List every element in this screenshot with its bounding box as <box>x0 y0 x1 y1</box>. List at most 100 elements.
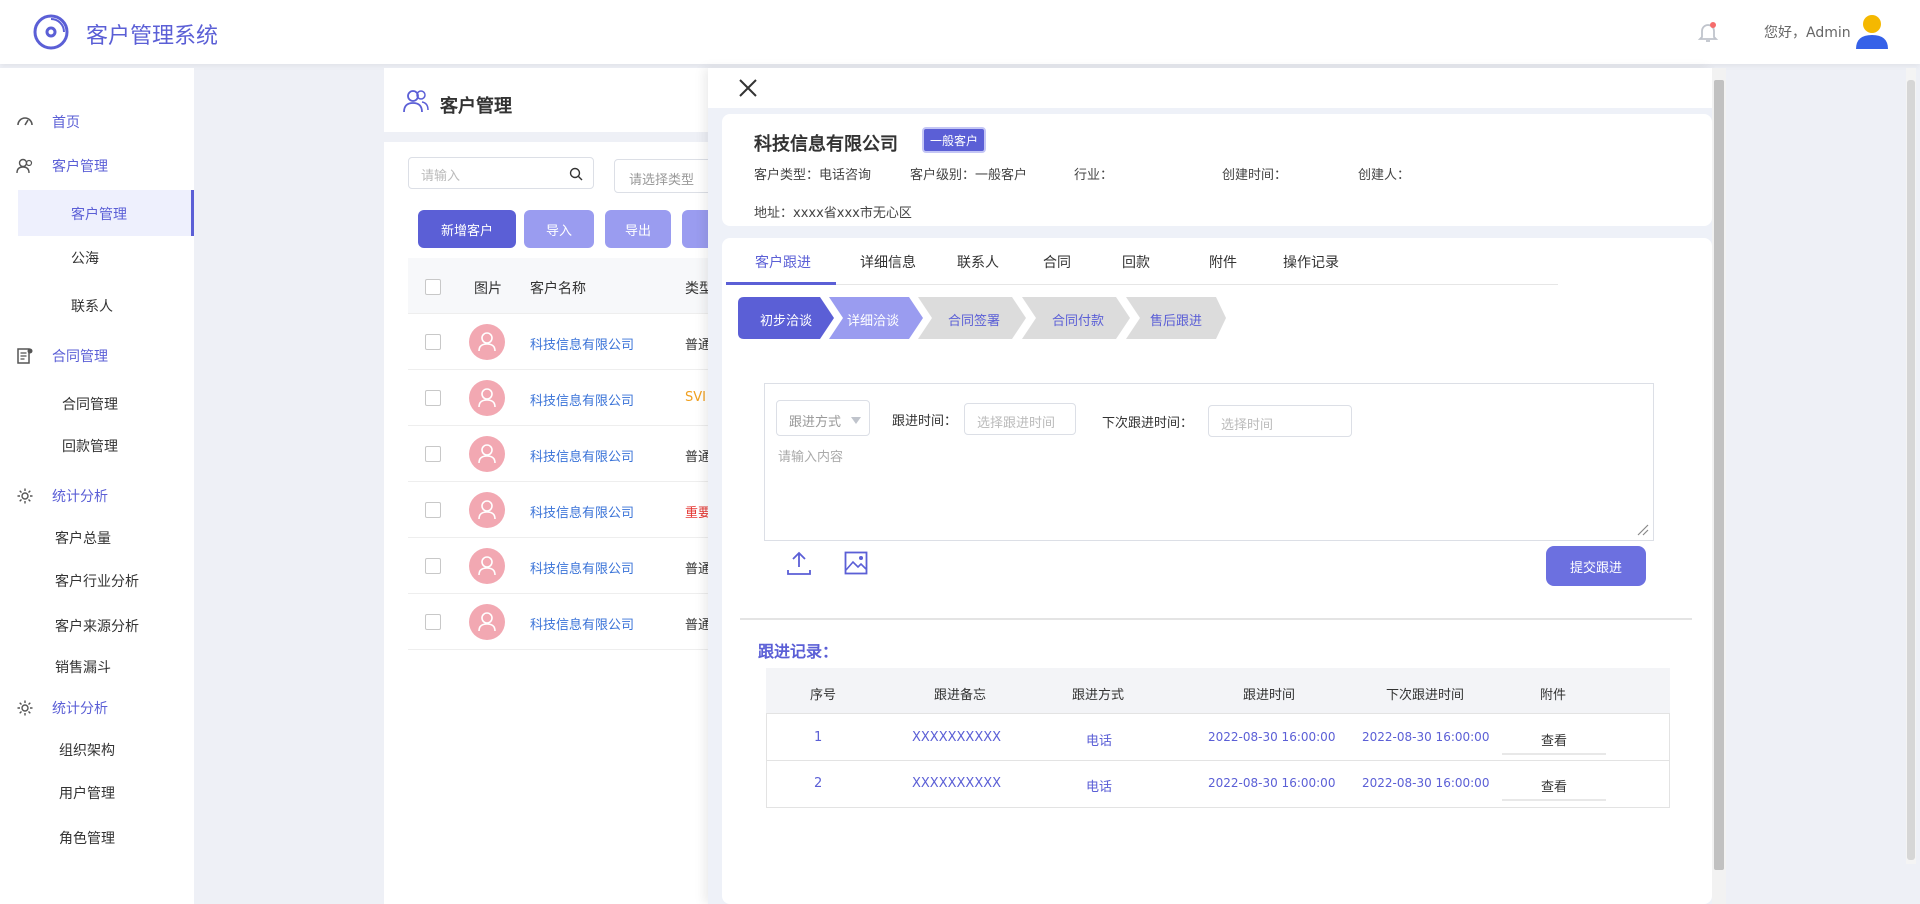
follow-time-input[interactable]: 选择跟进时间 <box>964 403 1076 435</box>
row-checkbox[interactable] <box>425 334 441 350</box>
records-table-header <box>766 668 1670 714</box>
records-col-memo: 跟进备忘 <box>934 688 987 703</box>
drawer-scrollbar-thumb[interactable] <box>1714 80 1724 870</box>
tab-operation-log[interactable]: 操作记录 <box>1283 252 1339 272</box>
tab-details[interactable]: 详细信息 <box>860 252 916 272</box>
select-all-checkbox[interactable] <box>425 279 441 295</box>
sidebar-label-system: 统计分析 <box>52 701 108 717</box>
customer-avatar-icon <box>469 380 505 416</box>
records-title: 跟进记录： <box>758 642 839 661</box>
tab-follow-up[interactable]: 客户跟进 <box>755 252 811 272</box>
sidebar-item-users[interactable]: 用户管理 <box>59 783 115 803</box>
customers-icon <box>403 90 429 113</box>
customer-avatar-icon <box>469 492 505 528</box>
record-method: 电话 <box>1086 734 1113 749</box>
page-scrollbar-thumb[interactable] <box>1907 80 1915 860</box>
step-after-sales[interactable]: 售后跟进 <box>1126 297 1228 339</box>
submit-follow-up-button[interactable]: 提交跟进 <box>1546 546 1646 586</box>
sidebar-item-contract-manage[interactable]: 合同管理 <box>62 394 118 414</box>
customer-avatar-icon <box>469 548 505 584</box>
tab-contacts[interactable]: 联系人 <box>957 252 999 272</box>
sidebar-item-customer-manage[interactable]: 客户管理 <box>71 204 127 224</box>
row-checkbox[interactable] <box>425 390 441 406</box>
info-industry: 行业： <box>1074 168 1114 183</box>
view-attachment-button[interactable]: 查看 <box>1502 776 1606 801</box>
sidebar-item-org[interactable]: 组织架构 <box>59 740 115 760</box>
customer-name-link[interactable]: 科技信息有限公司 <box>530 558 634 577</box>
add-customer-button[interactable]: 新增客户 <box>418 210 516 248</box>
search-input[interactable]: 请输入 <box>408 157 594 189</box>
step-contract-signing[interactable]: 合同签署 <box>918 297 1028 339</box>
sidebar-item-customer-total[interactable]: 客户总量 <box>55 528 111 548</box>
row-checkbox[interactable] <box>425 558 441 574</box>
sidebar-item-contacts[interactable]: 联系人 <box>71 296 113 316</box>
search-icon[interactable] <box>569 167 583 181</box>
follow-method-select[interactable]: 跟进方式 <box>776 400 870 436</box>
row-checkbox[interactable] <box>425 614 441 630</box>
notification-bell-icon[interactable] <box>1696 20 1720 44</box>
step-initial-negotiation[interactable]: 初步洽谈 <box>738 297 836 339</box>
sidebar-group-system[interactable]: 统计分析 <box>16 698 108 718</box>
step-label-2: 详细洽谈 <box>847 314 900 329</box>
app-title: 客户管理系统 <box>86 24 219 49</box>
step-label-1: 初步洽谈 <box>760 314 813 329</box>
follow-method-placeholder: 跟进方式 <box>789 415 842 430</box>
records-col-next-time: 下次跟进时间 <box>1386 688 1465 703</box>
sidebar-item-industry-analysis[interactable]: 客户行业分析 <box>55 571 139 591</box>
customer-type: SVI <box>685 390 706 405</box>
export-button[interactable]: 导出 <box>605 210 671 248</box>
sidebar-item-public-pool[interactable]: 公海 <box>71 248 99 268</box>
info-creator: 创建人： <box>1358 168 1411 183</box>
customer-name-link[interactable]: 科技信息有限公司 <box>530 334 634 353</box>
sidebar-item-home[interactable]: 首页 <box>16 112 80 132</box>
step-detailed-negotiation[interactable]: 详细洽谈 <box>829 297 925 339</box>
close-icon[interactable] <box>738 78 758 98</box>
sidebar-group-stats[interactable]: 统计分析 <box>16 486 108 506</box>
next-follow-time-label: 下次跟进时间： <box>1102 416 1194 431</box>
step-contract-payment[interactable]: 合同付款 <box>1022 297 1132 339</box>
record-time: 2022-08-30 16:00:00 <box>1208 730 1336 744</box>
customer-name-link[interactable]: 科技信息有限公司 <box>530 502 634 521</box>
resize-handle-icon[interactable] <box>1637 524 1649 536</box>
row-checkbox[interactable] <box>425 502 441 518</box>
row-checkbox[interactable] <box>425 446 441 462</box>
customer-avatar-icon <box>469 436 505 472</box>
records-col-time: 跟进时间 <box>1243 688 1296 703</box>
records-row-divider <box>766 760 1670 761</box>
sidebar-item-roles[interactable]: 角色管理 <box>59 828 115 848</box>
sidebar-group-contracts[interactable]: 合同管理 <box>16 346 108 366</box>
tab-contract[interactable]: 合同 <box>1043 252 1071 272</box>
sidebar-label-contracts: 合同管理 <box>52 349 108 365</box>
user-greeting: 您好，Admin <box>1764 25 1851 41</box>
customer-name-link[interactable]: 科技信息有限公司 <box>530 390 634 409</box>
image-icon[interactable] <box>844 551 868 575</box>
view-attachment-button[interactable]: 查看 <box>1502 730 1606 755</box>
sidebar-group-customers[interactable]: 客户管理 <box>16 156 108 176</box>
company-name: 科技信息有限公司 <box>754 134 898 155</box>
sidebar-item-source-analysis[interactable]: 客户来源分析 <box>55 616 139 636</box>
sidebar-item-sales-funnel[interactable]: 销售漏斗 <box>55 657 111 677</box>
next-follow-time-placeholder: 选择时间 <box>1221 418 1274 433</box>
app-logo-icon <box>32 13 70 51</box>
import-button[interactable]: 导入 <box>524 210 594 248</box>
tab-payment[interactable]: 回款 <box>1122 252 1150 272</box>
step-label-3: 合同签署 <box>948 314 1001 329</box>
gear-icon <box>17 488 33 504</box>
records-col-attachment: 附件 <box>1540 688 1567 703</box>
tab-attachments[interactable]: 附件 <box>1209 252 1237 272</box>
follow-time-placeholder: 选择跟进时间 <box>977 416 1056 431</box>
upload-icon[interactable] <box>786 550 812 576</box>
records-col-no: 序号 <box>810 688 837 703</box>
record-next-time: 2022-08-30 16:00:00 <box>1362 730 1490 744</box>
customer-name-link[interactable]: 科技信息有限公司 <box>530 446 634 465</box>
active-tab-underline <box>726 282 836 285</box>
customer-name-link[interactable]: 科技信息有限公司 <box>530 614 634 633</box>
next-follow-time-input[interactable]: 选择时间 <box>1208 405 1352 437</box>
users-icon <box>16 158 33 174</box>
user-avatar[interactable] <box>1854 13 1890 49</box>
sidebar-label-stats: 统计分析 <box>52 489 108 505</box>
follow-time-label: 跟进时间： <box>892 414 958 429</box>
type-select[interactable]: 请选择类型 <box>614 159 714 193</box>
sidebar-item-payment-manage[interactable]: 回款管理 <box>62 436 118 456</box>
record-no: 1 <box>814 730 823 745</box>
